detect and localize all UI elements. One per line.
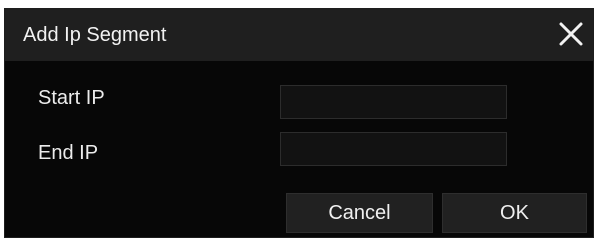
ok-button[interactable]: OK <box>442 193 587 233</box>
start-ip-label: Start IP <box>38 87 105 109</box>
ok-button-label: OK <box>500 201 529 224</box>
dialog-title: Add Ip Segment <box>23 24 167 46</box>
cancel-button[interactable]: Cancel <box>286 193 433 233</box>
start-ip-input[interactable] <box>280 85 507 119</box>
add-ip-segment-dialog: Add Ip Segment Start IP End IP Cancel OK <box>4 8 594 238</box>
end-ip-label: End IP <box>38 142 99 164</box>
close-icon[interactable] <box>556 19 586 49</box>
dialog-titlebar: Add Ip Segment <box>5 9 593 61</box>
cancel-button-label: Cancel <box>328 201 391 224</box>
end-ip-input[interactable] <box>280 132 507 166</box>
